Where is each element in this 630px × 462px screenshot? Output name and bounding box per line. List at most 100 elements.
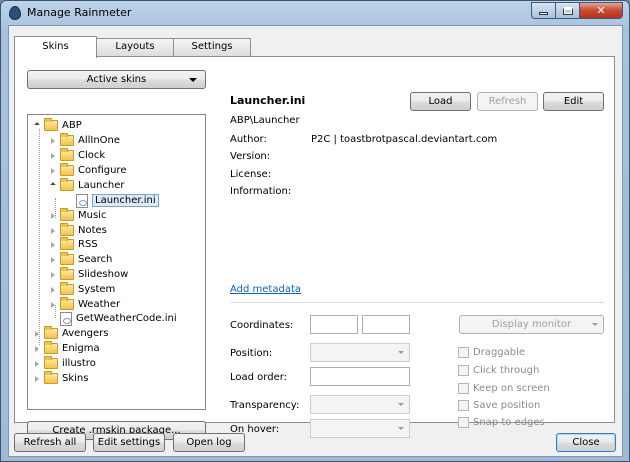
ini-file-icon [60,311,72,326]
click-through-checkbox[interactable]: Click through [458,365,539,376]
snap-to-edges-checkbox[interactable]: Snap to edges [458,417,545,428]
folder-icon [44,341,58,354]
on-hover-select[interactable] [310,419,410,438]
collapse-arrow-icon[interactable] [32,329,42,339]
display-monitor-dropdown[interactable]: Display monitor [459,315,604,334]
collapse-arrow-icon[interactable] [32,359,42,369]
tree-node-avengers[interactable]: Avengers [32,326,108,341]
collapse-arrow-icon[interactable] [32,374,42,384]
collapse-arrow-icon[interactable] [48,151,58,161]
folder-icon [60,178,74,191]
folder-icon [60,237,74,250]
tree-node-slideshow[interactable]: Slideshow [48,267,128,282]
tree-node-getweathercode-ini[interactable]: GetWeatherCode.ini [60,311,177,326]
window-controls: ✕ [531,2,623,19]
title-bar[interactable]: Manage Rainmeter ✕ [1,1,629,25]
folder-icon [44,118,58,131]
chevron-down-icon [592,323,598,326]
author-label: Author: [230,134,267,145]
folder-icon [60,282,74,295]
close-window-button[interactable]: ✕ [580,2,623,19]
tree-node-enigma[interactable]: Enigma [32,341,100,356]
transparency-select[interactable] [310,395,410,414]
checkbox-box[interactable] [458,383,469,394]
folder-icon [60,252,74,265]
draggable-checkbox[interactable]: Draggable [458,347,525,358]
coordinate-y-input[interactable] [362,315,410,334]
tree-guide-line [39,129,40,345]
window-title: Manage Rainmeter [27,6,132,19]
collapse-arrow-icon[interactable] [32,344,42,354]
load-order-input[interactable] [310,367,410,386]
collapse-arrow-icon[interactable] [48,136,58,146]
edit-settings-button[interactable]: Edit settings [93,433,165,452]
expand-arrow-icon[interactable] [48,181,58,191]
save-position-checkbox[interactable]: Save position [458,400,540,411]
close-button[interactable]: Close [556,433,616,452]
active-skins-dropdown[interactable]: Active skins [27,70,206,89]
collapse-arrow-icon[interactable] [48,255,58,265]
author-value: P2C | toastbrotpascal.deviantart.com [311,134,498,145]
ini-file-icon [76,193,88,208]
folder-icon [44,326,58,339]
folder-icon [60,133,74,146]
coordinates-label: Coordinates: [230,320,294,331]
refresh-all-button[interactable]: Refresh all [14,433,86,452]
tree-node-clock[interactable]: Clock [48,148,105,163]
tree-node-launcher[interactable]: Launcher [48,178,124,193]
position-select[interactable] [310,343,410,362]
checkbox-box[interactable] [458,365,469,376]
position-label: Position: [230,348,273,359]
open-log-button[interactable]: Open log [173,433,245,452]
tree-node-skins[interactable]: Skins [32,371,88,386]
expand-arrow-icon[interactable] [32,121,42,131]
folder-icon [60,163,74,176]
tab-layouts[interactable]: Layouts [96,38,174,56]
tree-node-weather[interactable]: Weather [48,297,120,312]
folder-icon [44,371,58,384]
tree-node-launcher-ini[interactable]: Launcher.ini [76,193,159,208]
collapse-arrow-icon[interactable] [48,270,58,280]
tree-node-system[interactable]: System [48,282,115,297]
tree-node-rss[interactable]: RSS [48,237,98,252]
collapse-arrow-icon[interactable] [48,285,58,295]
collapse-arrow-icon[interactable] [48,211,58,221]
collapse-arrow-icon[interactable] [48,300,58,310]
close-icon: ✕ [596,4,606,17]
chevron-down-icon [398,351,404,354]
tree-node-allinone[interactable]: AllInOne [48,133,120,148]
transparency-label: Transparency: [230,400,300,411]
collapse-arrow-icon[interactable] [48,226,58,236]
tree-node-configure[interactable]: Configure [48,163,126,178]
tab-skins[interactable]: Skins [14,36,97,58]
active-skins-label: Active skins [86,74,147,85]
skins-tab-panel: Active skins ABP AllInOne Clock Configur… [14,56,615,440]
chevron-down-icon [398,403,404,406]
checkbox-box[interactable] [458,400,469,411]
tree-node-notes[interactable]: Notes [48,223,107,238]
tree-node-music[interactable]: Music [48,208,106,223]
tree-node-search[interactable]: Search [48,252,112,267]
minimize-button[interactable] [531,2,556,19]
keep-on-screen-checkbox[interactable]: Keep on screen [458,383,550,394]
folder-icon [60,267,74,280]
information-label: Information: [230,186,292,197]
load-button[interactable]: Load [410,92,471,111]
coordinate-x-input[interactable] [310,315,358,334]
tree-node-abp[interactable]: ABP [32,118,82,133]
license-label: License: [230,169,272,180]
edit-button[interactable]: Edit [543,92,604,111]
collapse-arrow-icon[interactable] [48,240,58,250]
add-metadata-link[interactable]: Add metadata [230,284,301,295]
skins-tree[interactable]: ABP AllInOne Clock Configure Launcher La… [27,114,206,410]
checkbox-box[interactable] [458,347,469,358]
tab-settings[interactable]: Settings [173,38,251,56]
tree-node-illustro[interactable]: illustro [32,356,96,371]
folder-icon [44,356,58,369]
folder-icon [60,208,74,221]
maximize-button[interactable] [556,2,580,19]
checkbox-box[interactable] [458,417,469,428]
refresh-button[interactable]: Refresh [477,92,538,111]
collapse-arrow-icon[interactable] [48,166,58,176]
manage-rainmeter-window: Manage Rainmeter ✕ Skins Layouts Setting… [0,0,630,462]
